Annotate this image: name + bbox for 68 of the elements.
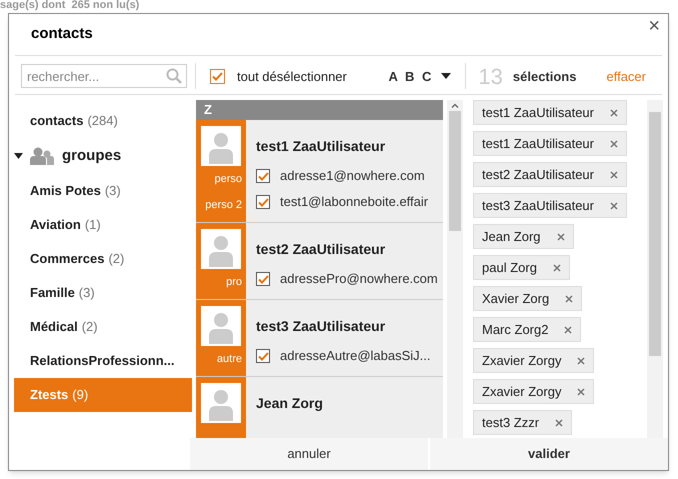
letter-header: Z [196, 100, 443, 120]
email-address: test1@labonneboite.effair [280, 193, 428, 212]
group-item[interactable]: Famille (3) [14, 276, 192, 310]
address-type: autre [216, 352, 242, 367]
remove-icon[interactable] [577, 388, 586, 396]
background-text: sage(s) dont 265 non lu(s) [0, 0, 140, 11]
checkbox[interactable] [256, 349, 270, 364]
remove-icon[interactable] [556, 232, 565, 241]
checkbox[interactable] [256, 195, 270, 210]
remove-icon[interactable] [610, 108, 618, 117]
checkbox[interactable] [210, 68, 225, 84]
chip-label: Zxavier Zorgy [482, 382, 562, 401]
email-address: adressePro@nowhere.com [280, 270, 438, 288]
chip-label: test1 ZaaUtilisateur [482, 134, 594, 153]
chip-label: Zxavier Zorgy [482, 352, 562, 370]
group-item[interactable]: Amis Potes (3) [14, 174, 192, 208]
avatar-icon [201, 383, 241, 424]
group-item[interactable]: Médical (2) [14, 310, 192, 344]
group-item[interactable]: RelationsProfessionn... [14, 344, 192, 378]
caret-icon [14, 152, 24, 160]
checkbox[interactable] [256, 169, 270, 184]
chip-label: Xavier Zorg [482, 290, 550, 308]
email-address: adresse1@nowhere.com [280, 167, 425, 186]
select-all-label[interactable]: tout désélectionner [237, 66, 347, 86]
remove-icon[interactable] [555, 418, 564, 427]
remove-icon[interactable] [610, 140, 618, 148]
avatar-icon [201, 229, 241, 270]
caret-icon [441, 73, 452, 80]
group-item[interactable]: Commerces (2) [14, 242, 192, 276]
chip-label: paul Zorg [482, 258, 537, 277]
search-icon [166, 68, 182, 84]
chevron-up-icon[interactable] [451, 103, 459, 108]
remove-icon[interactable] [552, 264, 561, 272]
chip-label: test3 Zzzr [482, 414, 540, 432]
people-icon [30, 147, 54, 166]
address-type: perso [214, 172, 242, 187]
avatar-icon [201, 306, 241, 346]
groups-header[interactable]: groupes [14, 138, 192, 174]
contact-name: test1 ZaaUtilisateur [256, 137, 386, 156]
chip-label: test3 ZaaUtilisateur [482, 196, 594, 215]
dialog-title: contacts [31, 24, 93, 44]
group-item[interactable]: Aviation (1) [14, 208, 192, 242]
remove-icon[interactable] [564, 326, 572, 334]
confirm-button[interactable]: valider [430, 438, 668, 470]
chip-label: test1 ZaaUtilisateur [482, 104, 594, 122]
scrollbar[interactable] [447, 100, 463, 438]
contact-name: test2 ZaaUtilisateur [256, 240, 386, 260]
cancel-button[interactable]: annuler [190, 438, 428, 470]
remove-icon[interactable] [577, 356, 586, 365]
remove-icon[interactable] [610, 170, 618, 179]
sort-dropdown[interactable]: A B C [388, 66, 452, 86]
search-field[interactable]: rechercher... [21, 64, 187, 88]
close-button[interactable]: × [648, 16, 660, 36]
chip-label: Marc Zorg2 [482, 320, 548, 339]
checkbox[interactable] [256, 272, 270, 286]
contact-name: test3 ZaaUtilisateur [256, 317, 386, 336]
remove-icon[interactable] [565, 294, 574, 303]
address-type: pro [226, 274, 242, 290]
chip-label: test2 ZaaUtilisateur [482, 166, 594, 184]
chip-label: Jean Zorg [482, 228, 541, 246]
contact-name: Jean Zorg [256, 394, 324, 414]
email-address: adresseAutre@labasSiJ... [280, 347, 430, 366]
avatar-icon [201, 126, 241, 166]
group-item[interactable]: contacts (284) [14, 104, 192, 138]
scrollbar[interactable] [647, 100, 663, 438]
address-type: perso 2 [205, 198, 242, 213]
selection-label: sélections [512, 68, 576, 86]
remove-icon[interactable] [610, 202, 618, 210]
